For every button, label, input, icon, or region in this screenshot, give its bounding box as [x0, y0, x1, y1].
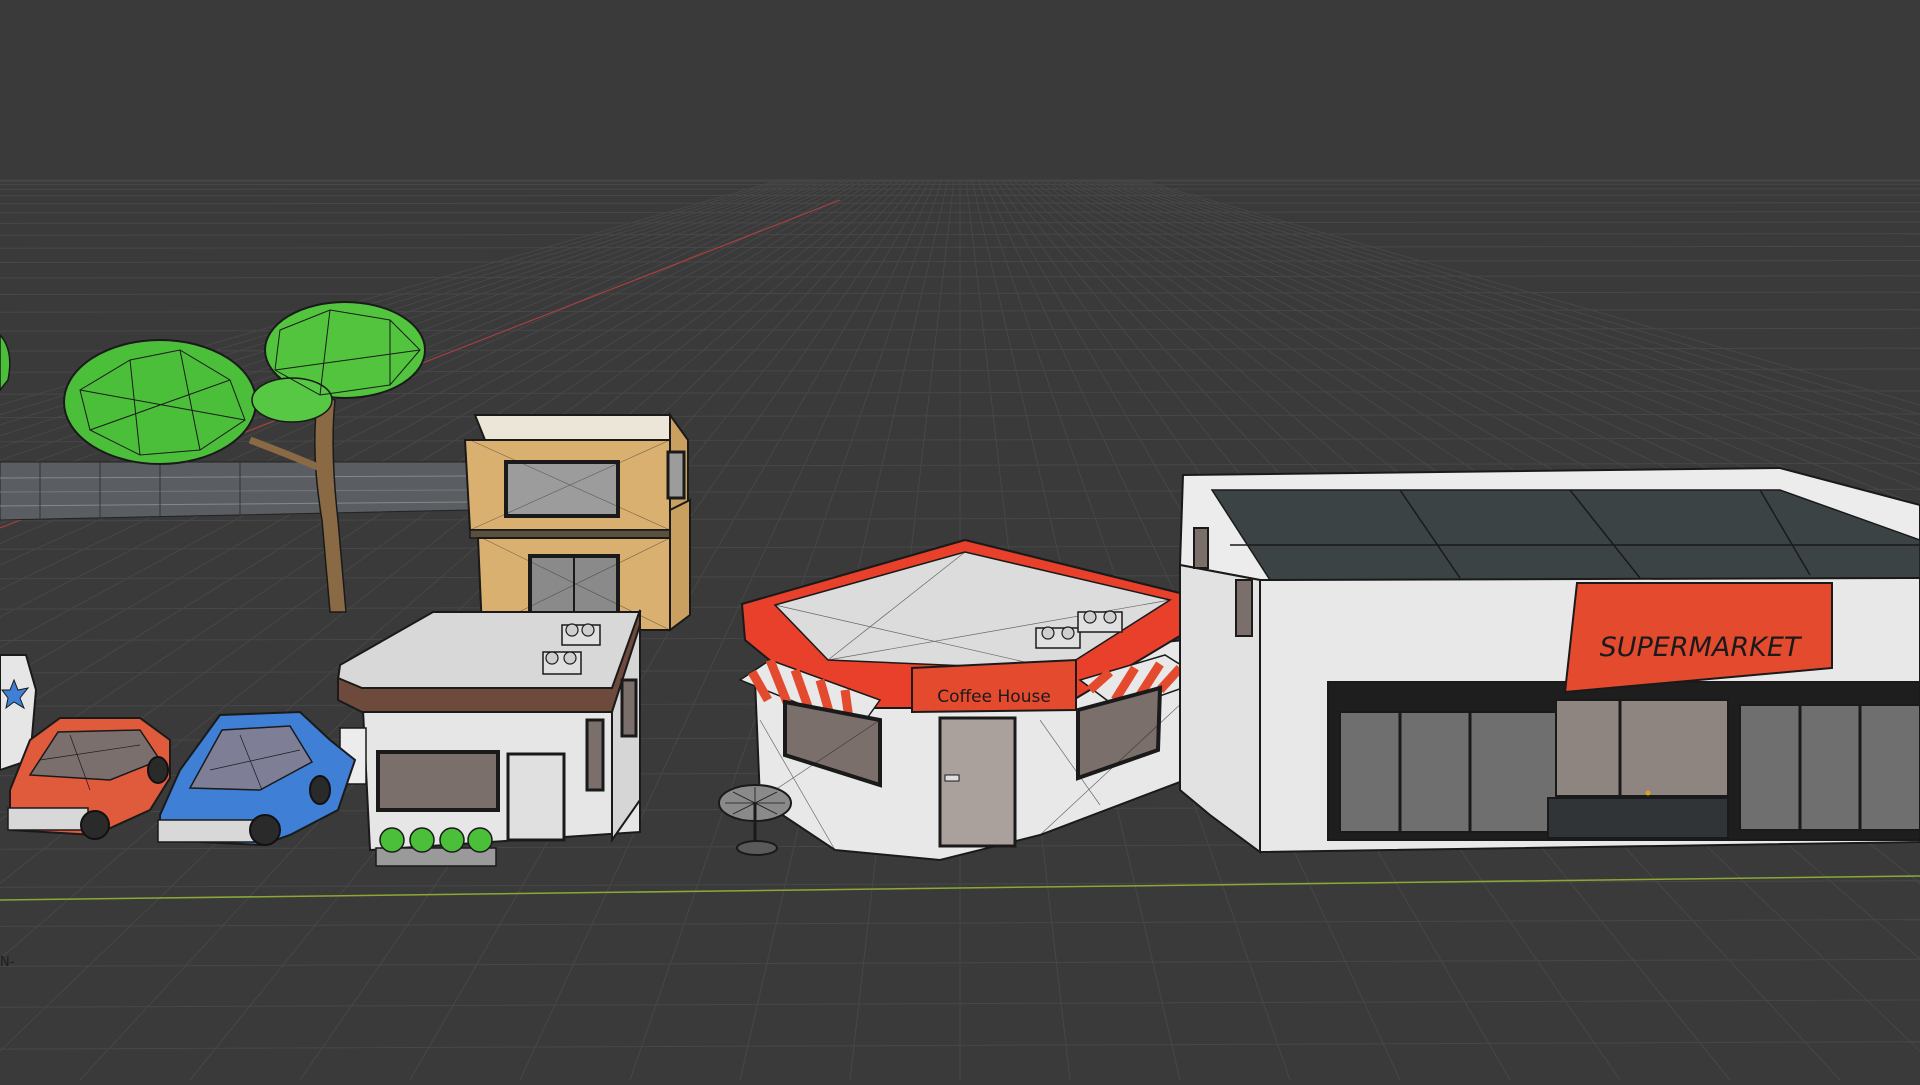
container-building[interactable]: [465, 415, 690, 630]
viewport-corner-marker: N-: [0, 955, 15, 970]
viewport-canvas[interactable]: Coffee House: [0, 0, 1920, 1080]
road-segment[interactable]: [0, 462, 470, 520]
3d-viewport[interactable]: Coffee House: [0, 0, 1920, 1080]
supermarket-sign: SUPERMARKET: [1600, 632, 1803, 663]
supermarket-building[interactable]: SUPERMARKET: [1180, 468, 1920, 852]
small-shop-building[interactable]: [338, 610, 640, 866]
coffee-house-sign: Coffee House: [937, 687, 1051, 707]
